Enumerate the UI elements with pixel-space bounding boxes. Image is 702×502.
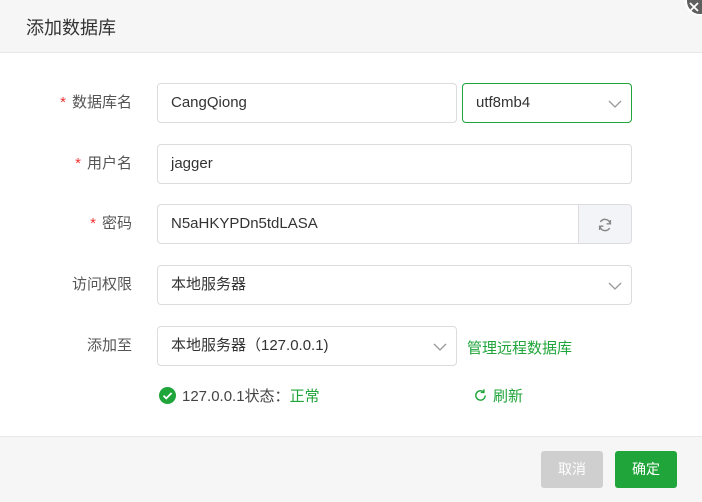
required-mark: * <box>75 155 81 172</box>
refresh-label: 刷新 <box>493 388 524 405</box>
server-value: 本地服务器（127.0.0.1) <box>171 337 329 354</box>
check-circle-icon <box>159 387 176 404</box>
dbname-label-text: 数据库名 <box>71 94 132 111</box>
row-access: 访问权限 本地服务器 <box>0 265 702 305</box>
dbname-input[interactable]: CangQiong <box>157 83 457 123</box>
add-to-label: 添加至 <box>86 337 132 354</box>
dialog-footer: 取消 确定 <box>0 436 702 502</box>
chevron-down-icon <box>608 282 622 290</box>
dialog-header: 添加数据库 <box>0 0 702 53</box>
confirm-button[interactable]: 确定 <box>615 451 677 488</box>
refresh-link[interactable]: 刷新 <box>473 387 523 407</box>
dialog-title: 添加数据库 <box>26 18 116 38</box>
charset-select[interactable]: utf8mb4 <box>462 83 632 123</box>
server-select[interactable]: 本地服务器（127.0.0.1) <box>157 326 457 366</box>
access-label: 访问权限 <box>71 276 132 293</box>
charset-value: utf8mb4 <box>476 94 531 111</box>
row-password: * 密码 N5aHKYPDn5tdLASA <box>0 204 702 244</box>
manage-remote-db-link[interactable]: 管理远程数据库 <box>467 337 572 358</box>
username-input[interactable]: jagger <box>157 144 632 184</box>
username-label: * 用户名 <box>75 144 132 184</box>
access-select[interactable]: 本地服务器 <box>157 265 632 305</box>
chevron-down-icon <box>608 100 622 108</box>
dbname-label: * 数据库名 <box>60 83 132 123</box>
required-mark: * <box>90 215 96 232</box>
access-value: 本地服务器 <box>171 276 247 293</box>
regenerate-password-button[interactable] <box>578 204 632 244</box>
refresh-icon <box>475 389 486 401</box>
cancel-button[interactable]: 取消 <box>541 451 603 488</box>
server-status: 127.0.0.1状态：正常 <box>159 387 320 407</box>
status-state: 正常 <box>289 388 320 405</box>
password-label: * 密码 <box>90 204 132 244</box>
username-label-text: 用户名 <box>86 155 132 172</box>
row-dbname: * 数据库名 CangQiong utf8mb4 <box>0 83 702 123</box>
close-icon <box>689 2 699 12</box>
add-database-dialog: 添加数据库 * 数据库名 CangQiong utf8mb4 * 用户名 jagge… <box>0 0 702 502</box>
refresh-icon <box>598 218 612 232</box>
row-username: * 用户名 jagger <box>0 144 702 184</box>
chevron-down-icon <box>433 343 447 351</box>
status-prefix: 127.0.0.1状态： <box>182 388 290 405</box>
row-add-to: 添加至 本地服务器（127.0.0.1) 管理远程数据库 <box>0 326 702 366</box>
required-mark: * <box>60 94 66 111</box>
password-input[interactable]: N5aHKYPDn5tdLASA <box>157 204 579 244</box>
password-label-text: 密码 <box>101 215 132 232</box>
